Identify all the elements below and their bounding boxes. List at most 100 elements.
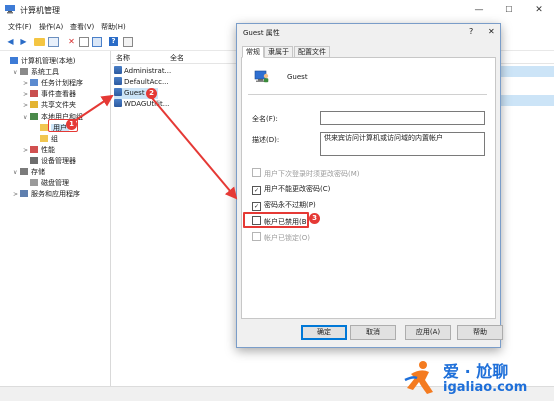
column-header-fullname[interactable]: 全名 [170, 53, 184, 63]
forward-icon[interactable]: ▶ [18, 36, 29, 47]
description-label: 描述(D): [252, 136, 280, 144]
user-icon [114, 77, 122, 85]
tree-item-label: 共享文件夹 [41, 101, 76, 110]
menu-action[interactable]: 操作(A) [39, 22, 63, 32]
fullname-field[interactable] [320, 111, 485, 125]
checkbox-label: 帐户已锁定(O) [264, 234, 310, 242]
must-change-password-checkbox[interactable]: 用户下次登录时须更改密码(M) [252, 168, 360, 178]
fullname-label: 全名(F): [252, 115, 278, 123]
export-icon[interactable] [92, 37, 102, 47]
cancel-button[interactable]: 取消 [350, 325, 396, 340]
checkbox-box [252, 168, 261, 177]
tree-item[interactable]: ∨ 系统工具 [13, 67, 59, 77]
event-viewer-icon [30, 90, 38, 98]
maximize-button[interactable]: ☐ [494, 0, 524, 20]
folder-up-icon[interactable] [34, 38, 45, 46]
tree-item-label: 性能 [41, 145, 55, 154]
properties-icon[interactable] [79, 37, 89, 47]
tree-item[interactable]: > 性能 [23, 145, 55, 155]
chevron-down-icon[interactable]: ∨ [13, 168, 20, 178]
title-bar: 计算机管理 — ☐ ✕ [0, 0, 554, 21]
tree-item[interactable]: 设备管理器 [23, 156, 76, 166]
tree-item[interactable]: > 事件查看器 [23, 89, 76, 99]
tree-item-label: 系统工具 [31, 68, 59, 77]
storage-icon [20, 168, 28, 175]
dialog-help-button[interactable]: ? [469, 27, 473, 36]
tree-item[interactable]: 磁盘管理 [23, 178, 69, 188]
tools-icon [20, 68, 28, 76]
show-tree-icon[interactable] [48, 37, 59, 47]
list-item-label: Administrat... [124, 67, 172, 75]
apply-button[interactable]: 应用(A) [405, 325, 451, 340]
help-icon[interactable]: ? [109, 37, 118, 46]
chevron-down-icon[interactable]: ∨ [23, 113, 30, 123]
chevron-down-icon[interactable]: ∨ [13, 68, 20, 78]
chevron-right-icon[interactable]: > [23, 79, 30, 89]
tree-item[interactable]: 计算机管理(本地) [3, 56, 75, 66]
device-manager-icon [30, 156, 38, 164]
cannot-change-password-checkbox[interactable]: ✓ 用户不能更改密码(C) [252, 184, 331, 195]
list-item[interactable]: DefaultAcc... [114, 77, 169, 88]
tree-item[interactable]: > 服务和应用程序 [13, 189, 80, 199]
list-item[interactable]: Administrat... [114, 66, 171, 77]
tree-item[interactable]: > 任务计划程序 [23, 78, 83, 88]
tree-item-label: 组 [51, 134, 58, 143]
chevron-right-icon[interactable]: > [23, 101, 30, 111]
ok-button[interactable]: 确定 [301, 325, 347, 340]
user-icon [114, 99, 122, 107]
tree-item-label: 设备管理器 [41, 156, 76, 165]
chevron-right-icon[interactable]: > [23, 146, 30, 156]
password-never-expires-checkbox[interactable]: ✓ 密码永不过期(P) [252, 200, 316, 211]
watermark-brand-url: igaliao.com [443, 380, 528, 395]
annotation-badge-2: 2 [146, 88, 157, 99]
guest-properties-dialog: Guest 属性 ? ✕ 常规 隶属于 配置文件 Guest 全名(F): 描述… [236, 23, 503, 348]
menu-file[interactable]: 文件(F) [8, 22, 32, 32]
window-title: 计算机管理 [20, 6, 60, 15]
folder-icon [40, 134, 48, 142]
task-scheduler-icon [30, 79, 38, 87]
back-icon[interactable]: ◀ [5, 36, 16, 47]
actions-pane-heading[interactable] [500, 95, 554, 106]
tree-item-label: 磁盘管理 [41, 179, 69, 188]
watermark-brand-cn: 爱 · 尬聊 [443, 362, 509, 381]
general-tab-panel: Guest 全名(F): 描述(D): 供来宾访问计算机或访问域的内置帐户 用户… [241, 57, 496, 319]
delete-icon[interactable]: ✕ [66, 36, 77, 47]
checkbox-label: 用户下次登录时须更改密码(M) [264, 170, 360, 178]
actions-pane-heading[interactable] [500, 66, 554, 77]
tree-item[interactable]: 组 [33, 134, 58, 144]
performance-icon [30, 145, 38, 153]
dialog-title: Guest 属性 [243, 29, 280, 37]
watermark-logo: 爱 · 尬聊 igaliao.com [403, 358, 553, 398]
help-button[interactable]: 帮助 [457, 325, 503, 340]
folder-icon [40, 123, 48, 131]
checkbox-box [252, 232, 261, 241]
chevron-right-icon[interactable]: > [13, 190, 20, 200]
list-item-label: WDAGUtilit... [124, 100, 170, 108]
close-button[interactable]: ✕ [524, 0, 554, 20]
tree-item-label: 存储 [31, 168, 45, 176]
users-groups-icon [30, 112, 38, 120]
separator [248, 94, 487, 95]
menu-help[interactable]: 帮助(H) [101, 22, 126, 32]
view-icon[interactable] [123, 37, 133, 47]
checkbox-label: 用户不能更改密码(C) [264, 185, 331, 193]
services-icon [20, 190, 28, 198]
dialog-close-button[interactable]: ✕ [488, 27, 495, 36]
checkbox-label: 密码永不过期(P) [264, 201, 316, 209]
list-item-label: Guest [124, 89, 145, 97]
checkmark-icon: ✓ [252, 186, 261, 195]
description-field[interactable]: 供来宾访问计算机或访问域的内置帐户 [320, 132, 485, 156]
tree-item[interactable]: > 共享文件夹 [23, 100, 76, 110]
chevron-right-icon[interactable]: > [23, 90, 30, 100]
annotation-badge-3: 3 [309, 213, 320, 224]
minimize-button[interactable]: — [464, 0, 494, 20]
computer-icon [10, 57, 18, 64]
menu-view[interactable]: 查看(V) [70, 22, 94, 32]
tree-item[interactable]: ∨ 存储 [13, 167, 45, 177]
disk-icon [30, 179, 38, 187]
account-locked-checkbox[interactable]: 帐户已锁定(O) [252, 232, 310, 242]
column-header-name[interactable]: 名称 [116, 53, 130, 63]
user-icon [114, 88, 122, 96]
tab-general[interactable]: 常规 [242, 46, 264, 58]
list-item[interactable]: WDAGUtilit... [114, 99, 169, 110]
